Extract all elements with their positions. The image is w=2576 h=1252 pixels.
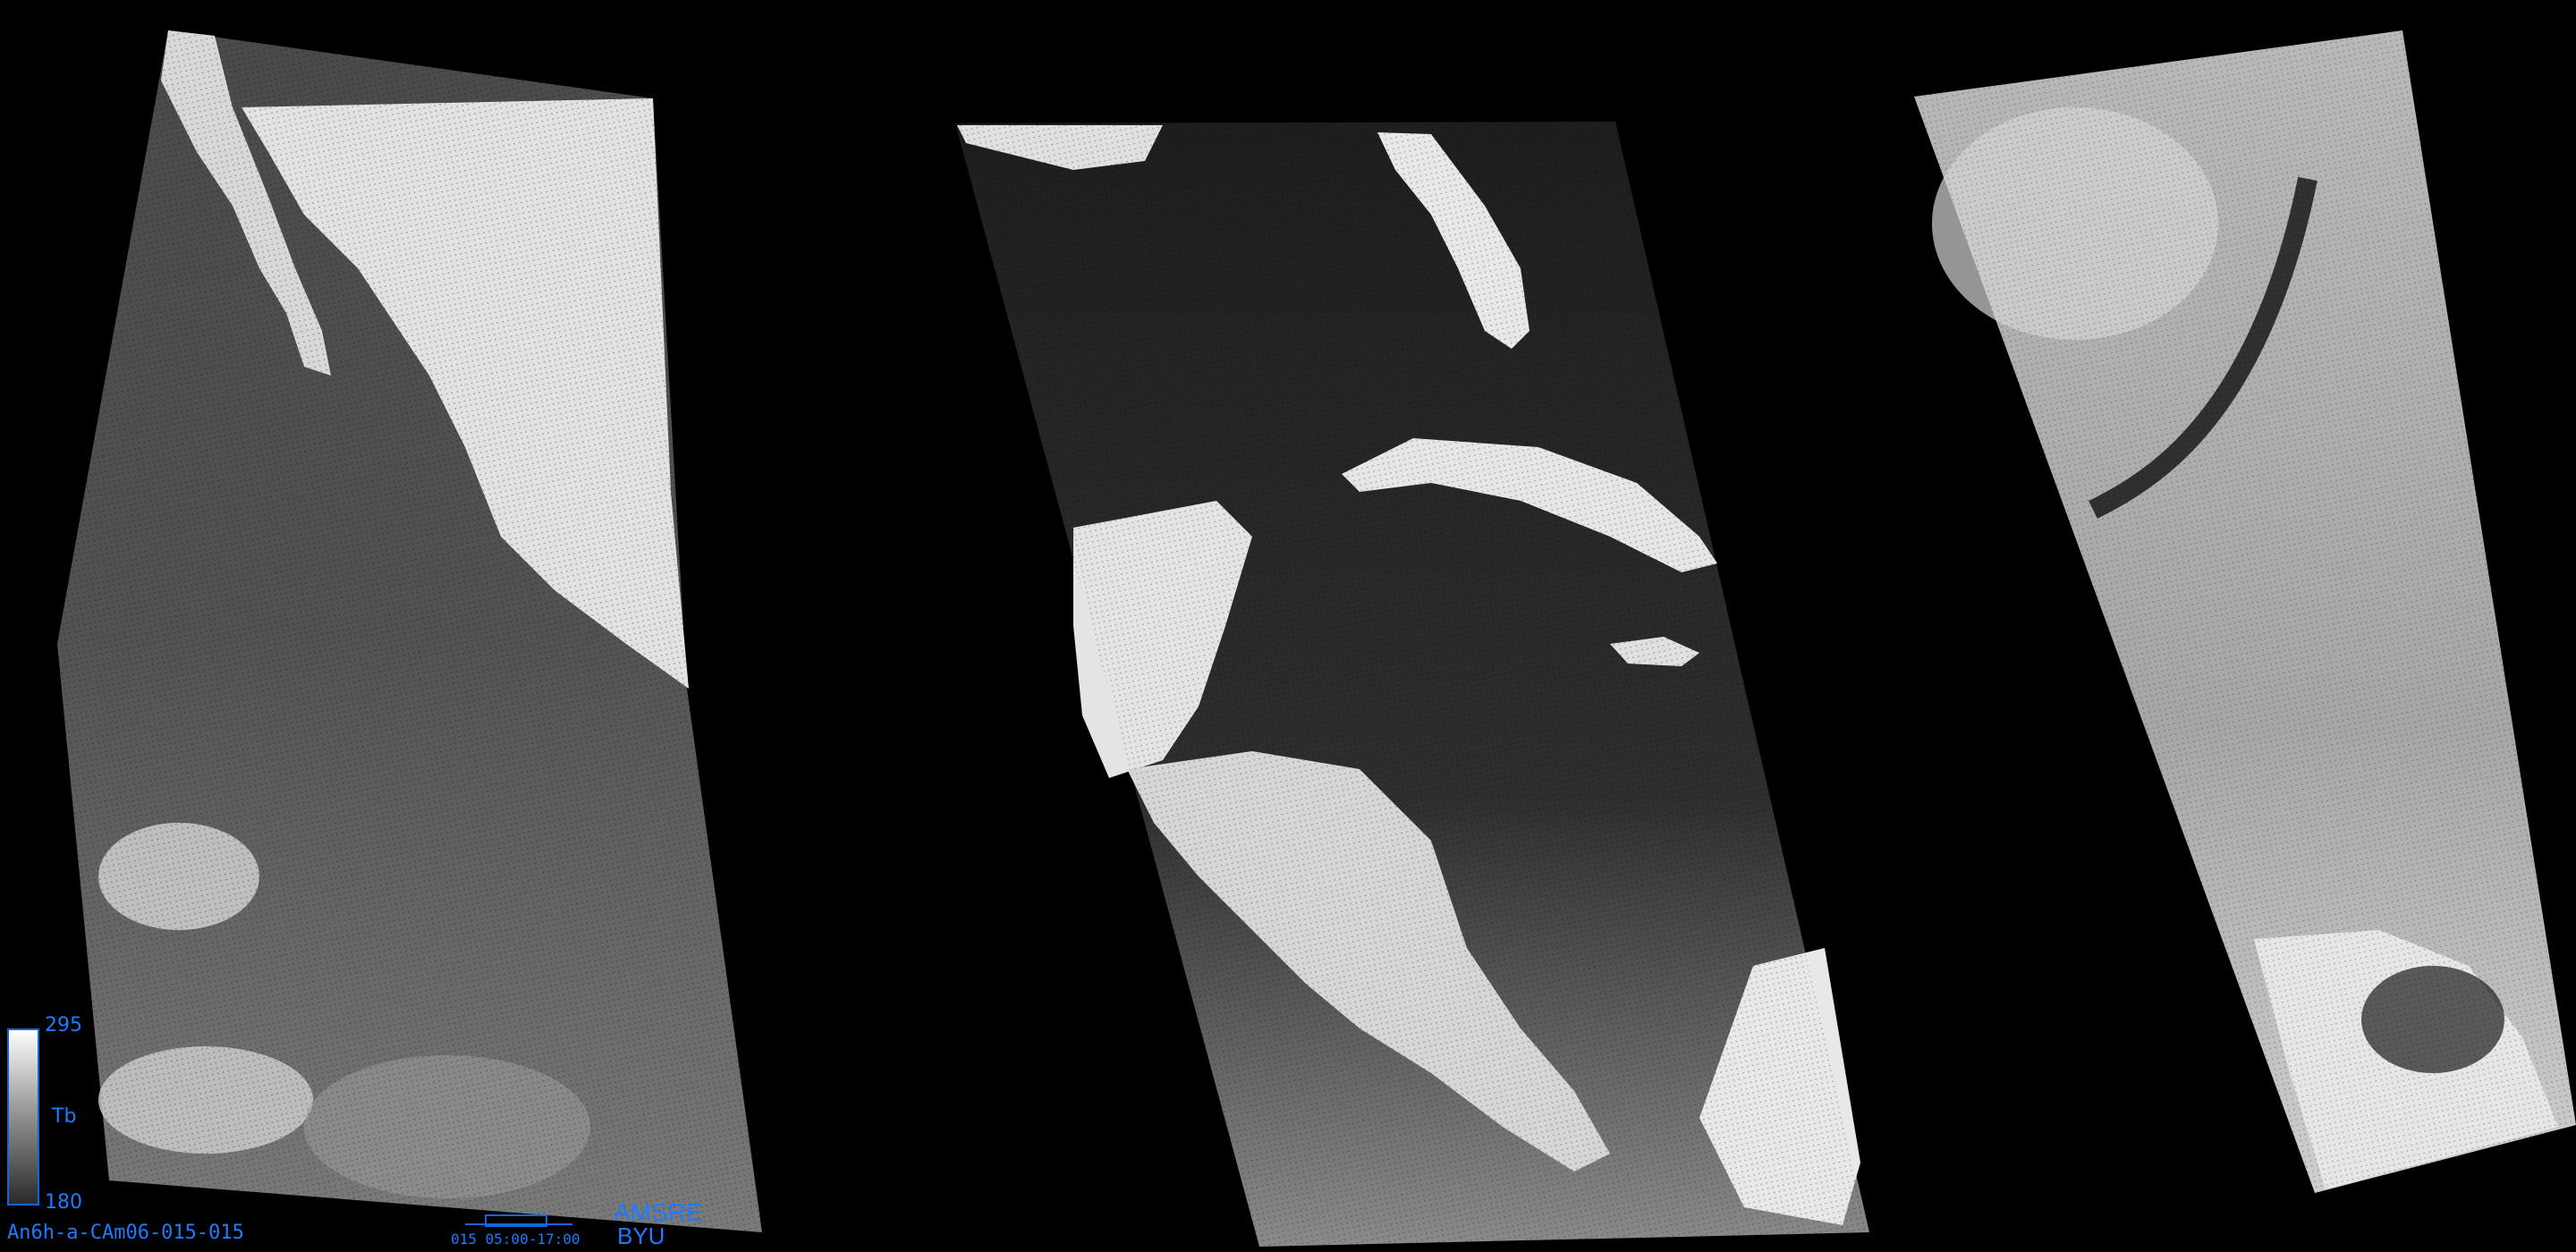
image-caption: An6h-a-CAm06-015-015 [7,1222,244,1244]
colorbar [7,1028,39,1205]
organization-label: BYU [617,1222,665,1249]
time-window [485,1214,547,1227]
time-indicator [465,1211,572,1231]
colorbar-min-label: 180 [45,1191,82,1214]
colorbar-unit-label: Tb [52,1105,77,1128]
swath-middle [955,122,1869,1247]
swath-left [57,30,762,1232]
time-label: 015 05:00-17:00 [451,1231,580,1248]
colorbar-max-label: 295 [45,1014,82,1036]
satellite-swaths [57,30,2576,1247]
sensor-label: AMSRE [614,1198,703,1226]
swath-right [1914,30,2576,1193]
